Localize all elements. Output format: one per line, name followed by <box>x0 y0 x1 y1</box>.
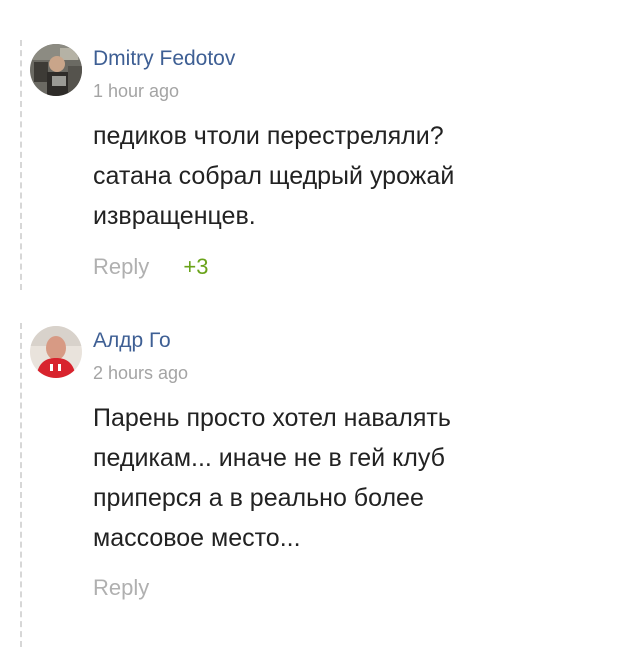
comment-text-line: педиков чтоли перестреляли? <box>93 122 444 150</box>
reply-button[interactable]: Reply <box>93 575 149 600</box>
comment-timestamp[interactable]: 1 hour ago <box>93 81 179 102</box>
avatar[interactable] <box>30 326 82 378</box>
reply-button[interactable]: Reply <box>93 254 149 279</box>
comment-actions: Reply <box>93 575 149 601</box>
vote-count: +3 <box>183 254 209 279</box>
comment-timestamp[interactable]: 2 hours ago <box>93 363 188 384</box>
comment-text-line: педикам... иначе не в гей клуб <box>93 444 445 472</box>
comment-author[interactable]: Dmitry Fedotov <box>93 47 235 71</box>
user-photo-icon <box>30 44 82 96</box>
comment-text-line: извращенцев. <box>93 202 256 230</box>
avatar[interactable] <box>30 44 82 96</box>
comment-text-line: Парень просто хотел навалять <box>93 404 451 432</box>
thread-line <box>20 323 22 647</box>
user-photo-icon <box>30 326 82 378</box>
comment-actions: Reply +3 <box>93 254 208 280</box>
comment-text-line: сатана собрал щедрый урожай <box>93 162 455 190</box>
comment-text: педиков чтоли перестреляли? сатана собра… <box>93 116 613 236</box>
comment-text-line: массовое место... <box>93 524 301 552</box>
comment-author[interactable]: Алдр Го <box>93 329 171 353</box>
comment-text-line: приперся а в реально более <box>93 484 424 512</box>
comment-text: Парень просто хотел навалять педикам... … <box>93 398 613 558</box>
thread-line <box>20 40 22 290</box>
